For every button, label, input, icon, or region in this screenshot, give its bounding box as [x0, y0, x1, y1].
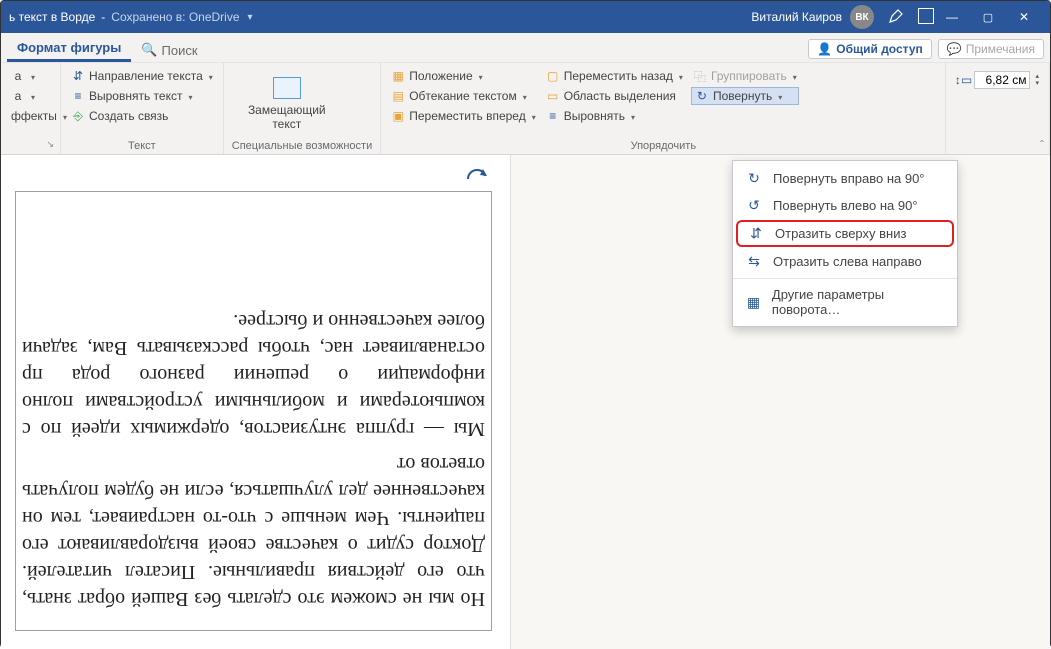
group-size: ↕▭ ▴▾	[946, 63, 1050, 154]
window-minimize-button[interactable]	[934, 1, 970, 33]
comment-icon: 💬	[947, 42, 962, 56]
ribbon: а а ффекты ↘ ⇵Направление текста ≡Выровн…	[1, 63, 1050, 155]
search-icon: 🔍	[141, 42, 157, 58]
ribbon-tabs: Формат фигуры 🔍 Поиск 👤 Общий доступ 💬 П…	[1, 33, 1050, 63]
bring-forward-button[interactable]: ▣Переместить вперед	[389, 107, 538, 125]
menu-flip-vertical[interactable]: ⇵ Отразить сверху вниз	[736, 220, 954, 247]
align-text-button[interactable]: ≡Выровнять текст	[69, 87, 215, 105]
window-close-button[interactable]	[1006, 1, 1042, 33]
group-shape-styles: а а ффекты ↘	[1, 63, 61, 154]
titlebar: ь текст в Ворде - Сохранено в: OneDrive …	[1, 1, 1050, 33]
height-icon: ↕▭	[956, 73, 970, 87]
group-label-arrange: Упорядочить	[389, 140, 937, 154]
paragraph-1: Мы — группа энтузиастов, одержимых идеей…	[22, 307, 485, 442]
shape-fill-partial[interactable]: а	[9, 67, 69, 85]
send-backward-button[interactable]: ▢Переместить назад	[544, 67, 685, 85]
save-location[interactable]: Сохранено в: OneDrive	[111, 10, 239, 24]
flip-vertical-icon: ⇵	[747, 225, 765, 242]
group-arrange: ▦Положение ▤Обтекание текстом ▣Перемести…	[381, 63, 946, 154]
height-input[interactable]: ↕▭ ▴▾	[954, 69, 1041, 91]
align-objects-button[interactable]: ≡Выровнять	[544, 107, 685, 125]
group-label-text: Текст	[69, 140, 215, 154]
paragraph-2: Но мы не сможем это сделать без Вашей об…	[22, 450, 485, 612]
alt-text-button[interactable]: Замещающий текст	[232, 67, 342, 140]
group-accessibility: Замещающий текст Специальные возможности	[224, 63, 381, 154]
shape-effects[interactable]: ффекты	[9, 107, 69, 125]
wrap-text-button[interactable]: ▤Обтекание текстом	[389, 87, 538, 105]
alt-text-icon	[273, 77, 301, 99]
text-box[interactable]: Но мы не сможем это сделать без Вашей об…	[15, 191, 492, 631]
group-text: ⇵Направление текста ≡Выровнять текст ⎆Со…	[61, 63, 224, 154]
ribbon-mode-icon[interactable]	[918, 8, 934, 27]
tell-me-search[interactable]: 🔍 Поиск	[131, 36, 207, 62]
menu-rotate-right-90[interactable]: ↻ Повернуть вправо на 90°	[733, 165, 957, 192]
more-rotation-icon: ▦	[745, 294, 762, 311]
selection-pane-button[interactable]: ▭Область выделения	[544, 87, 685, 105]
chevron-down-icon[interactable]: ▾	[248, 12, 253, 23]
menu-rotate-left-90[interactable]: ↺ Повернуть влево на 90°	[733, 192, 957, 219]
menu-separator	[733, 278, 957, 279]
user-area[interactable]: Виталий Каиров ВК	[751, 5, 934, 29]
position-button[interactable]: ▦Положение	[389, 67, 538, 85]
dialog-launcher-icon[interactable]: ↘	[46, 139, 54, 150]
shape-outline-partial[interactable]: а	[9, 87, 69, 105]
page[interactable]: Но мы не сможем это сделать без Вашей об…	[1, 155, 511, 649]
tab-shape-format[interactable]: Формат фигуры	[7, 34, 131, 62]
flip-horizontal-icon: ⇆	[745, 253, 763, 270]
height-field[interactable]	[974, 71, 1030, 89]
pen-icon[interactable]	[888, 8, 904, 27]
comments-button[interactable]: 💬 Примечания	[938, 39, 1044, 59]
user-name: Виталий Каиров	[751, 10, 842, 24]
rotate-handle-icon	[464, 165, 492, 185]
menu-flip-horizontal[interactable]: ⇆ Отразить слева направо	[733, 248, 957, 275]
rotate-left-icon: ↺	[745, 197, 763, 214]
group-label-accessibility: Специальные возможности	[232, 140, 372, 154]
create-link-button[interactable]: ⎆Создать связь	[69, 107, 215, 125]
user-avatar[interactable]: ВК	[850, 5, 874, 29]
rotate-right-icon: ↻	[745, 170, 763, 187]
share-icon: 👤	[817, 42, 832, 56]
rotate-dropdown-menu: ↻ Повернуть вправо на 90° ↺ Повернуть вл…	[732, 160, 958, 327]
menu-more-rotation[interactable]: ▦ Другие параметры поворота…	[733, 282, 957, 322]
doc-title: ь текст в Ворде	[9, 10, 95, 24]
text-direction-button[interactable]: ⇵Направление текста	[69, 67, 215, 85]
rotate-button[interactable]: ↻Повернуть	[691, 87, 799, 105]
window-maximize-button[interactable]	[970, 1, 1006, 33]
share-button[interactable]: 👤 Общий доступ	[808, 39, 931, 59]
collapse-ribbon-icon[interactable]: ˆ	[1040, 138, 1044, 152]
spinner-icon[interactable]: ▴▾	[1035, 73, 1039, 87]
group-objects-button: ⿻Группировать	[691, 67, 799, 85]
